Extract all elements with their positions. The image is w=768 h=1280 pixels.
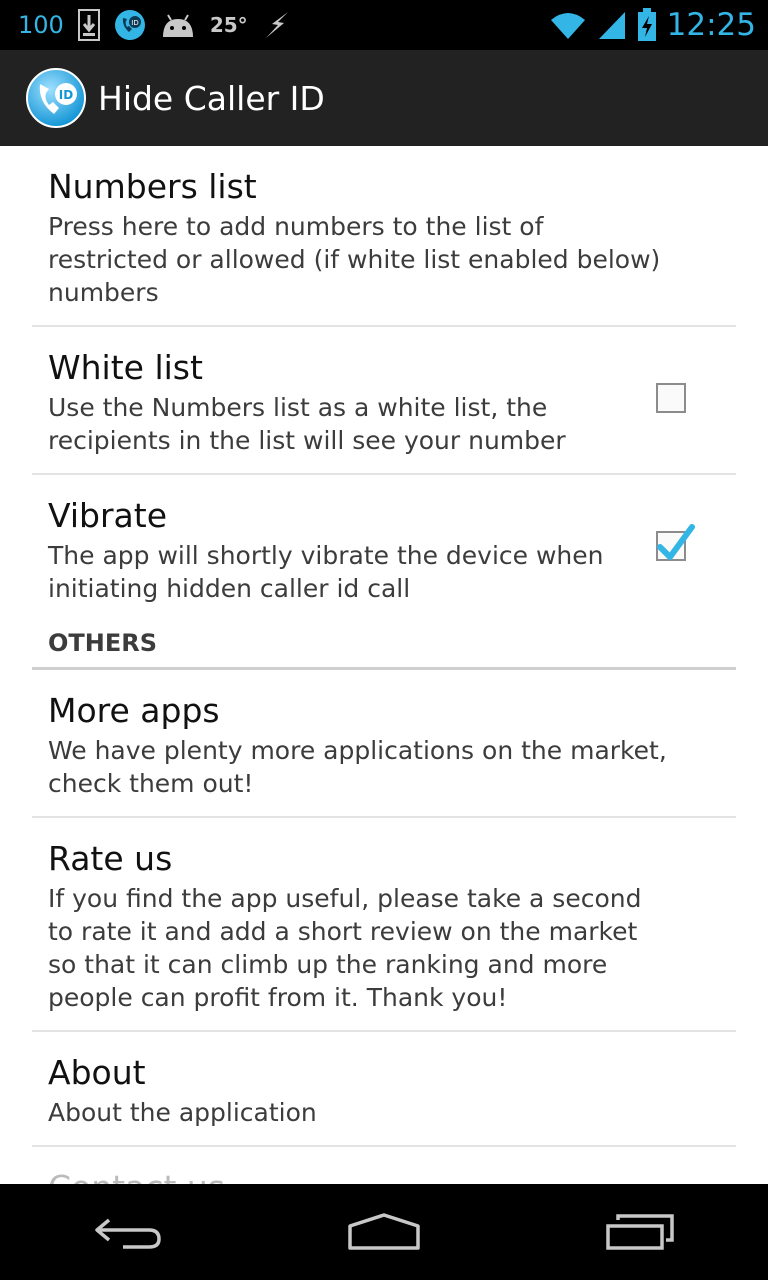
download-icon bbox=[77, 9, 100, 41]
wifi-icon bbox=[549, 10, 587, 40]
pref-title: Contact us bbox=[48, 1167, 720, 1184]
signal-icon bbox=[597, 10, 627, 40]
pref-rate-us[interactable]: Rate us If you find the app useful, plea… bbox=[32, 818, 736, 1032]
recent-apps-button[interactable] bbox=[585, 1202, 695, 1262]
pref-title: Numbers list bbox=[48, 167, 257, 206]
pref-summary: The app will shortly vibrate the device … bbox=[48, 541, 604, 603]
status-right: 12:25 bbox=[549, 7, 768, 43]
pref-contact-us[interactable]: Contact us bbox=[32, 1147, 736, 1184]
checkmark-icon bbox=[657, 524, 695, 560]
battery-level-text: 100 bbox=[18, 11, 64, 39]
pref-numbers-list[interactable]: Numbers list Press here to add numbers t… bbox=[32, 146, 736, 327]
pref-summary: Use the Numbers list as a white list, th… bbox=[48, 393, 566, 455]
pref-summary: Press here to add numbers to the list of… bbox=[48, 212, 661, 307]
caller-id-notify-icon: ID bbox=[114, 9, 146, 41]
pref-about[interactable]: About About the application bbox=[32, 1032, 736, 1147]
pref-more-apps[interactable]: More apps We have plenty more applicatio… bbox=[32, 670, 736, 818]
action-bar: ID Hide Caller ID bbox=[0, 50, 768, 147]
pref-title: Vibrate bbox=[48, 496, 167, 535]
svg-text:ID: ID bbox=[131, 19, 138, 27]
pref-summary: About the application bbox=[48, 1098, 317, 1127]
back-icon bbox=[95, 1218, 161, 1249]
caller-id-app-icon[interactable]: ID bbox=[26, 68, 86, 128]
pref-title: Rate us bbox=[48, 839, 173, 878]
recent-apps-icon bbox=[606, 1214, 674, 1250]
pref-title: White list bbox=[48, 348, 203, 387]
pref-summary: We have plenty more applications on the … bbox=[48, 736, 667, 798]
category-others: OTHERS bbox=[32, 621, 736, 670]
preferences-list: Numbers list Press here to add numbers t… bbox=[0, 146, 768, 1184]
clock-time: 12:25 bbox=[666, 7, 756, 43]
pref-vibrate[interactable]: Vibrate The app will shortly vibrate the… bbox=[32, 475, 736, 621]
home-button[interactable] bbox=[329, 1202, 439, 1262]
pref-title: About bbox=[48, 1053, 146, 1092]
app-title: Hide Caller ID bbox=[98, 78, 325, 118]
back-button[interactable] bbox=[73, 1202, 183, 1262]
navigation-bar bbox=[0, 1184, 768, 1280]
svg-text:ID: ID bbox=[59, 88, 73, 102]
battery-charging-icon bbox=[637, 8, 657, 42]
pref-summary: If you find the app useful, please take … bbox=[48, 884, 642, 1012]
status-left: 100 ID 25° bbox=[0, 9, 292, 41]
pref-white-list[interactable]: White list Use the Numbers list as a whi… bbox=[32, 327, 736, 475]
status-bar: 100 ID 25° 12:25 bbox=[0, 0, 768, 50]
white-list-checkbox[interactable] bbox=[656, 383, 686, 413]
temperature-text: 25° bbox=[209, 13, 248, 37]
vibrate-checkbox[interactable] bbox=[656, 524, 695, 561]
home-icon bbox=[348, 1213, 420, 1250]
lightning-icon bbox=[262, 10, 292, 40]
pref-title: More apps bbox=[48, 691, 220, 730]
android-icon bbox=[160, 11, 196, 39]
